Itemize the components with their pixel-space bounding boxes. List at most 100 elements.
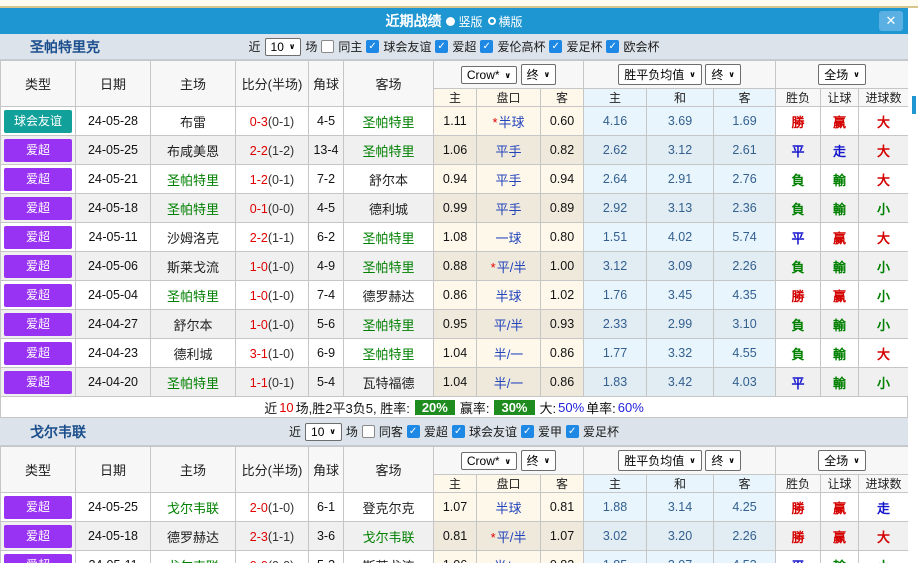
avg-home-odds: 1.77 (584, 339, 647, 368)
dialog-titlebar: 近期战绩 竖版 横版 ✕ (0, 8, 908, 34)
league-checkbox[interactable] (566, 425, 579, 438)
match-date: 24-05-25 (76, 493, 151, 522)
fulltime-score: 2-3 (250, 530, 268, 544)
league-checkbox[interactable] (366, 40, 379, 53)
handicap-line: 半球 (495, 289, 521, 304)
score-cell: 2-2(1-1) (236, 223, 309, 252)
odds-period-select[interactable]: 终∨ (521, 450, 557, 471)
league-checkbox[interactable] (452, 425, 465, 438)
team2-name: 戈尔韦联 (30, 422, 86, 442)
league-checkbox[interactable] (606, 40, 619, 53)
avg-home-odds: 2.33 (584, 310, 647, 339)
handicap-line: 平/半 (494, 318, 524, 333)
odds-company-value: Crow* (467, 454, 500, 468)
chevron-down-icon: ∨ (544, 456, 551, 465)
same-venue-checkbox[interactable] (362, 425, 375, 438)
avg-type-select[interactable]: 胜平负均值∨ (618, 64, 702, 85)
odds-company-select[interactable]: Crow*∨ (461, 452, 517, 470)
avg-type-select[interactable]: 胜平负均值∨ (618, 450, 702, 471)
layout-radio-horizontal[interactable]: 横版 (488, 13, 523, 30)
competition-badge: 爱超 (4, 197, 72, 220)
avg-period-select[interactable]: 终∨ (705, 450, 741, 471)
col-header-corners: 角球 (309, 447, 344, 493)
handicap-cell: 半/一 (477, 339, 541, 368)
avg-period-select[interactable]: 终∨ (705, 64, 741, 85)
halftime-score: (0-1) (268, 376, 294, 390)
handicap-line: 半球 (499, 115, 525, 130)
match-date: 24-05-21 (76, 165, 151, 194)
same-venue-label: 同主 (338, 38, 362, 55)
away-team: 戈尔韦联 (344, 522, 434, 551)
sub-header-avg-home: 主 (584, 475, 647, 493)
match-type-cell: 爱超 (1, 194, 76, 223)
winlose-result: 負 (776, 310, 821, 339)
goals-result: 小 (859, 252, 909, 281)
radio-label-horizontal: 横版 (499, 13, 523, 30)
summary-segment: 30% (494, 400, 534, 415)
league-label: 爱伦高杯 (497, 38, 545, 55)
corners-value: 4-5 (309, 194, 344, 223)
home-team: 沙姆洛克 (151, 223, 236, 252)
avg-draw-odds: 3.32 (647, 339, 714, 368)
handicap-result: 赢 (821, 223, 859, 252)
away-team: 圣帕特里 (344, 339, 434, 368)
league-checkbox[interactable] (549, 40, 562, 53)
sub-header-handicap-result: 让球 (821, 475, 859, 493)
match-row: 爱超24-05-21圣帕特里1-2(0-1)7-2舒尔本0.94平手0.942.… (1, 165, 909, 194)
league-label: 爱超 (424, 423, 448, 440)
match-row: 爱超24-05-11沙姆洛克2-2(1-1)6-2圣帕特里1.08一球0.801… (1, 223, 909, 252)
halftime-score: (0-1) (268, 115, 294, 129)
scrollbar-track[interactable] (908, 8, 918, 563)
away-team: 舒尔本 (344, 165, 434, 194)
handicap-result: 走 (821, 136, 859, 165)
competition-badge: 爱超 (4, 525, 72, 548)
winlose-result: 勝 (776, 522, 821, 551)
away-odds: 0.86 (541, 368, 584, 397)
competition-badge: 爱超 (4, 255, 72, 278)
home-odds: 0.88 (434, 252, 477, 281)
same-venue-checkbox[interactable] (321, 40, 334, 53)
league-checkbox[interactable] (435, 40, 448, 53)
league-checkbox[interactable] (480, 40, 493, 53)
games-label: 场 (305, 38, 317, 55)
corners-value: 6-2 (309, 223, 344, 252)
corners-value: 5-6 (309, 310, 344, 339)
score-cell: 2-2(1-2) (236, 136, 309, 165)
league-checkbox[interactable] (407, 425, 420, 438)
handicap-result: 輸 (821, 551, 859, 563)
match-type-cell: 球会友谊 (1, 107, 76, 136)
sub-header-odds-away: 客 (541, 475, 584, 493)
layout-radio-vertical[interactable]: 竖版 (446, 13, 482, 30)
home-team: 圣帕特里 (151, 281, 236, 310)
match-type-cell: 爱超 (1, 339, 76, 368)
goals-result: 大 (859, 165, 909, 194)
recent-count-select[interactable]: 10∨ (305, 423, 342, 441)
avg-away-odds: 2.76 (714, 165, 776, 194)
result-scope-select[interactable]: 全场∨ (818, 64, 866, 85)
recent-count-select[interactable]: 10∨ (265, 38, 302, 56)
match-row: 爱超24-05-06斯莱戈流1-0(1-0)4-9圣帕特里0.88*平/半1.0… (1, 252, 909, 281)
live-star-icon: * (492, 115, 497, 130)
scrollbar-thumb[interactable] (912, 96, 916, 114)
chevron-down-icon: ∨ (728, 70, 735, 79)
goals-result: 小 (859, 551, 909, 563)
league-checkbox[interactable] (521, 425, 534, 438)
halftime-score: (1-0) (268, 318, 294, 332)
corners-value: 6-9 (309, 339, 344, 368)
handicap-result: 赢 (821, 493, 859, 522)
away-team: 圣帕特里 (344, 223, 434, 252)
odds-period-select[interactable]: 终∨ (521, 64, 557, 85)
team1-name: 圣帕特里克 (30, 37, 100, 57)
competition-badge: 爱超 (4, 139, 72, 162)
handicap-cell: 平手 (477, 194, 541, 223)
avg-home-odds: 2.62 (584, 136, 647, 165)
odds-company-select[interactable]: Crow*∨ (461, 66, 517, 84)
corners-value: 3-6 (309, 522, 344, 551)
result-scope-select[interactable]: 全场∨ (818, 450, 866, 471)
match-type-cell: 爱超 (1, 368, 76, 397)
close-button[interactable]: ✕ (879, 11, 903, 31)
handicap-result: 赢 (821, 281, 859, 310)
score-cell: 1-0(1-0) (236, 281, 309, 310)
home-odds: 0.86 (434, 281, 477, 310)
col-header-date: 日期 (76, 61, 151, 107)
